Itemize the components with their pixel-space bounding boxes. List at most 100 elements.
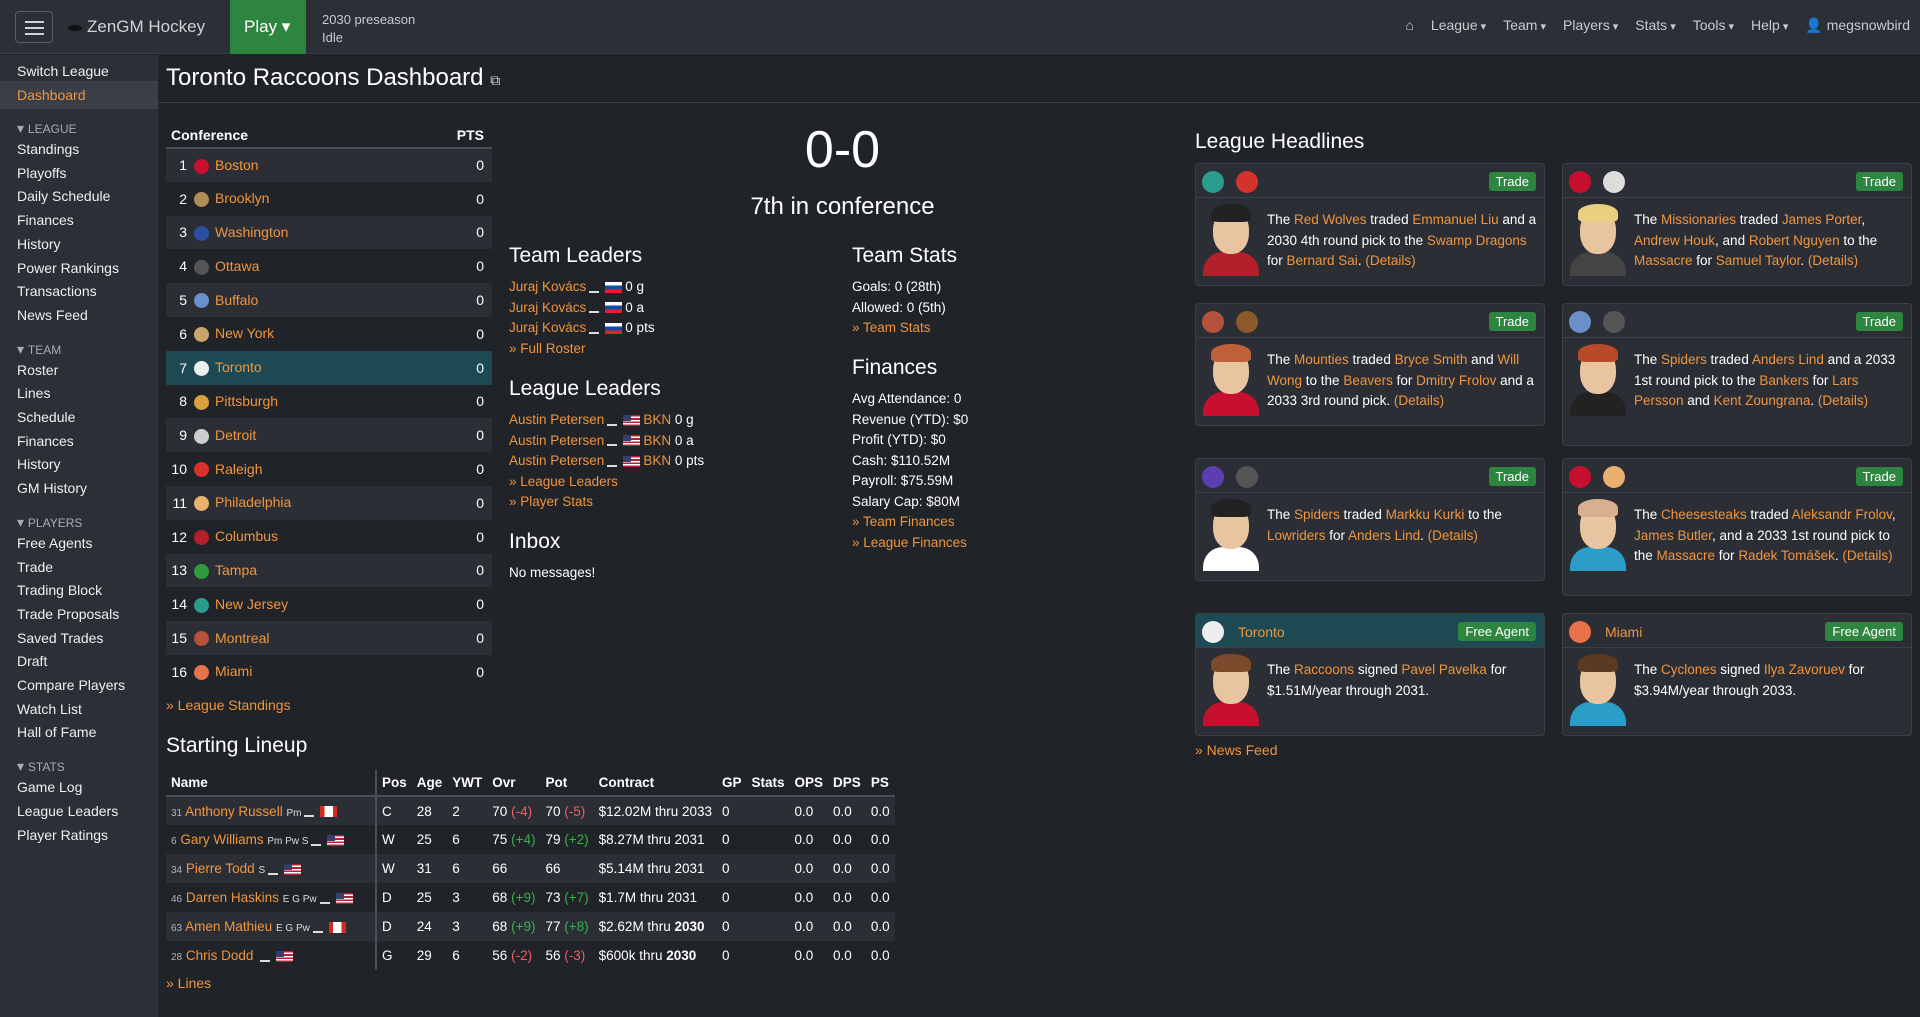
team-link[interactable]: Boston (215, 157, 259, 173)
headline-link[interactable]: Spiders (1294, 507, 1340, 522)
player-face-avatar[interactable] (1566, 202, 1630, 276)
popout-icon[interactable]: ⧉ (490, 72, 500, 88)
team-link[interactable]: Philadelphia (215, 494, 291, 510)
team-logo-icon[interactable] (1236, 171, 1258, 193)
team-link[interactable]: New York (215, 325, 274, 341)
sidebar-item-game-log[interactable]: Game Log (17, 779, 82, 795)
player-face-avatar[interactable] (1199, 652, 1263, 726)
sidebar-item-playoffs[interactable]: Playoffs (17, 165, 67, 181)
sidebar-item-lines[interactable]: Lines (17, 385, 50, 401)
team-logo-icon[interactable] (1603, 171, 1625, 193)
headline-link[interactable]: Massacre (1634, 253, 1693, 268)
player-link[interactable]: Juraj Kovács (509, 300, 586, 315)
league-leaders-link[interactable]: » League Leaders (509, 472, 704, 493)
col-header-ywt[interactable]: YWT (447, 770, 488, 797)
headline-link[interactable]: Cheesesteaks (1661, 507, 1747, 522)
headline-link[interactable]: Lowriders (1267, 528, 1326, 543)
user-menu[interactable]: 👤 megsnowbird (1805, 17, 1910, 34)
player-link[interactable]: Juraj Kovács (509, 279, 586, 294)
player-link[interactable]: Austin Petersen (509, 453, 604, 468)
team-logo-icon[interactable] (1603, 466, 1625, 488)
team-name-link[interactable]: Miami (1605, 624, 1642, 640)
sidebar-item-finances[interactable]: Finances (17, 212, 74, 228)
col-header-dps[interactable]: DPS (828, 770, 866, 797)
headline-link[interactable]: Red Wolves (1294, 212, 1367, 227)
headline-link[interactable]: Bernard Sai (1287, 253, 1358, 268)
col-header-age[interactable]: Age (411, 770, 448, 797)
col-header-pos[interactable]: Pos (376, 770, 412, 797)
headline-link[interactable]: (Details) (1365, 253, 1415, 268)
headline-link[interactable]: Spiders (1661, 352, 1707, 367)
team-link[interactable]: Tampa (215, 562, 257, 578)
headline-link[interactable]: Anders Lind (1348, 528, 1420, 543)
headline-link[interactable]: Dmitry Frolov (1416, 373, 1496, 388)
sidebar-item-news-feed[interactable]: News Feed (17, 307, 88, 323)
news-feed-link[interactable]: » News Feed (1195, 742, 1277, 758)
chart-icon[interactable] (607, 456, 618, 467)
sidebar-section-stats[interactable]: STATS (17, 758, 65, 775)
headline-link[interactable]: Swamp Dragons (1427, 233, 1527, 248)
sidebar-item-switch-league[interactable]: Switch League (17, 63, 109, 79)
home-icon[interactable]: ⌂ (1405, 17, 1413, 34)
headline-link[interactable]: Missionaries (1661, 212, 1736, 227)
team-logo-icon[interactable] (1569, 171, 1591, 193)
team-logo-icon[interactable] (1603, 311, 1625, 333)
headline-link[interactable]: Anders Lind (1752, 352, 1824, 367)
menu-toggle-button[interactable] (15, 11, 53, 43)
chart-icon[interactable] (312, 922, 323, 933)
headline-link[interactable]: Massacre (1657, 548, 1716, 563)
team-logo-icon[interactable] (1202, 171, 1224, 193)
team-logo-icon[interactable] (1569, 466, 1591, 488)
headline-link[interactable]: Kent Zoungrana (1714, 393, 1811, 408)
full-roster-link[interactable]: » Full Roster (509, 339, 655, 360)
team-stats-link[interactable]: » Team Stats (852, 320, 931, 335)
player-link[interactable]: Darren Haskins (186, 890, 279, 905)
chart-icon[interactable] (304, 806, 315, 818)
chart-icon[interactable] (589, 282, 600, 293)
team-abbrev-link[interactable]: BKN (643, 433, 671, 448)
headline-link[interactable]: (Details) (1842, 548, 1892, 563)
headline-link[interactable]: (Details) (1428, 528, 1478, 543)
sidebar-item-free-agents[interactable]: Free Agents (17, 535, 93, 551)
headline-link[interactable]: Samuel Taylor (1716, 253, 1801, 268)
player-face-avatar[interactable] (1566, 497, 1630, 571)
headline-link[interactable]: James Butler (1634, 528, 1712, 543)
chart-icon[interactable] (607, 435, 618, 447)
lines-link[interactable]: » Lines (166, 975, 211, 991)
headline-link[interactable]: (Details) (1808, 253, 1858, 268)
col-header-pot[interactable]: Pot (540, 770, 594, 797)
team-abbrev-link[interactable]: BKN (643, 453, 671, 468)
team-logo-icon[interactable] (1236, 311, 1258, 333)
headline-link[interactable]: Ilya Zavoruev (1764, 662, 1845, 677)
team-link[interactable]: Columbus (215, 528, 278, 544)
team-abbrev-link[interactable]: BKN (643, 412, 671, 427)
sidebar-item-player-ratings[interactable]: Player Ratings (17, 827, 108, 843)
headline-link[interactable]: Beavers (1343, 373, 1393, 388)
headline-link[interactable]: Andrew Houk (1634, 233, 1715, 248)
sidebar-item-power-rankings[interactable]: Power Rankings (17, 260, 119, 276)
headline-link[interactable]: Cyclones (1661, 662, 1717, 677)
headline-link[interactable]: Bankers (1759, 373, 1809, 388)
headline-link[interactable]: Aleksandr Frolov (1792, 507, 1892, 522)
headline-link[interactable]: Radek Tomášek (1738, 548, 1835, 563)
chart-icon[interactable] (607, 415, 618, 426)
headline-link[interactable]: Bryce Smith (1395, 352, 1468, 367)
sidebar-item-transactions[interactable]: Transactions (17, 283, 97, 299)
sidebar-item-compare-players[interactable]: Compare Players (17, 677, 125, 693)
headline-link[interactable]: Mounties (1294, 352, 1349, 367)
team-link[interactable]: Toronto (215, 359, 262, 375)
team-link[interactable]: Miami (215, 663, 252, 679)
sidebar-item-saved-trades[interactable]: Saved Trades (17, 630, 103, 646)
team-link[interactable]: Detroit (215, 427, 256, 443)
player-link[interactable]: Anthony Russell (185, 804, 283, 819)
team-link[interactable]: Raleigh (215, 461, 262, 477)
league-finances-link[interactable]: » League Finances (852, 533, 968, 554)
col-header-name[interactable]: Name (166, 770, 377, 797)
sidebar-item-finances[interactable]: Finances (17, 433, 74, 449)
sidebar-section-league[interactable]: LEAGUE (17, 120, 77, 137)
player-link[interactable]: Austin Petersen (509, 433, 604, 448)
sidebar-item-league-leaders[interactable]: League Leaders (17, 803, 118, 819)
player-face-avatar[interactable] (1199, 202, 1263, 276)
team-finances-link[interactable]: » Team Finances (852, 512, 968, 533)
team-link[interactable]: Ottawa (215, 258, 259, 274)
